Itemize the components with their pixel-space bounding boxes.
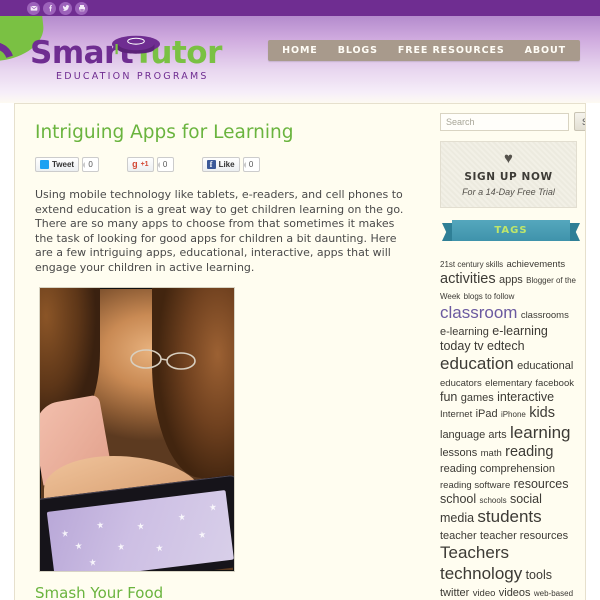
print-icon[interactable]: [75, 1, 88, 15]
tag-link[interactable]: videos: [499, 587, 531, 599]
tag-link[interactable]: video: [473, 588, 496, 599]
tag-link[interactable]: tv: [474, 339, 484, 353]
twitter-bird-icon: [40, 160, 49, 169]
tag-link[interactable]: teacher resources: [480, 530, 568, 542]
gplus-label: +1: [140, 161, 149, 168]
tag-link[interactable]: Internet: [440, 409, 472, 420]
tags-ribbon-label: TAGS: [494, 225, 528, 236]
tag-link[interactable]: teacher: [440, 530, 477, 542]
tag-cloud: 21st century skills achievements activit…: [440, 256, 577, 600]
graduation-cap-icon: [112, 35, 160, 55]
signup-subtitle: For a 14-Day Free Trial: [462, 187, 555, 197]
ribbon-center: TAGS: [452, 220, 570, 241]
site-header: SmartTutor EDUCATION PROGRAMS HOME BLOGS…: [0, 16, 600, 103]
tweet-label: Tweet: [52, 160, 75, 169]
tag-link[interactable]: reading comprehension: [440, 463, 555, 475]
tag-link[interactable]: classroom: [440, 303, 517, 322]
tweet-count: 0: [82, 157, 100, 172]
logo-tagline: EDUCATION PROGRAMS: [56, 71, 209, 82]
signup-title: SIGN UP NOW: [464, 171, 553, 183]
page-title: Intriguing Apps for Learning: [35, 122, 294, 143]
tag-link[interactable]: math: [481, 448, 502, 459]
tag-link[interactable]: students: [477, 507, 541, 526]
search-input[interactable]: [440, 112, 569, 131]
tag-link[interactable]: iPad: [476, 408, 498, 420]
google-plus-icon: g: [132, 159, 138, 169]
tag-link[interactable]: interactive: [497, 390, 554, 404]
main-navigation: HOME BLOGS FREE RESOURCES ABOUT: [268, 40, 580, 61]
gplus-button[interactable]: g +1: [127, 157, 154, 172]
tag-link[interactable]: games: [461, 392, 494, 404]
tweet-button[interactable]: Tweet: [35, 157, 80, 172]
tag-link[interactable]: achievements: [506, 259, 565, 270]
gplus-count: 0: [156, 157, 174, 172]
nav-item-about[interactable]: ABOUT: [515, 40, 576, 61]
nav-item-blogs[interactable]: BLOGS: [328, 40, 388, 61]
signup-promo-box[interactable]: ♥ SIGN UP NOW For a 14-Day Free Trial: [440, 141, 577, 208]
email-icon[interactable]: [27, 1, 40, 15]
tag-link[interactable]: language arts: [440, 429, 507, 441]
tag-link[interactable]: education: [440, 354, 514, 373]
social-share-row: Tweet 0 g +1 0 f Like 0: [35, 157, 410, 172]
tag-link[interactable]: edtech: [487, 339, 525, 353]
like-label: Like: [218, 160, 235, 169]
tag-link[interactable]: 21st century skills: [440, 260, 503, 269]
facebook-share-group: f Like 0: [201, 157, 260, 172]
tag-link[interactable]: classrooms: [521, 310, 569, 321]
top-social-bar: [0, 0, 600, 16]
tag-link[interactable]: elementary: [485, 378, 532, 389]
tag-link[interactable]: facebook: [535, 378, 574, 389]
like-count: 0: [242, 157, 260, 172]
eyeglasses-shape: [130, 349, 196, 370]
tag-link[interactable]: e-learning: [440, 326, 489, 338]
section-heading-smash-your-food: Smash Your Food: [35, 584, 164, 600]
search-button[interactable]: Search: [574, 112, 585, 131]
tags-ribbon: TAGS: [442, 220, 580, 246]
tag-link[interactable]: schools: [479, 496, 506, 505]
facebook-f-icon: f: [206, 160, 216, 169]
tag-link[interactable]: tools: [526, 568, 552, 582]
tag-link[interactable]: apps: [499, 274, 523, 286]
content-card: Intriguing Apps for Learning Tweet 0 g +…: [14, 103, 586, 600]
tag-link[interactable]: activities: [440, 271, 496, 287]
nav-item-home[interactable]: HOME: [272, 40, 328, 61]
tag-link[interactable]: educators: [440, 378, 482, 389]
tag-link[interactable]: blogs to follow: [464, 292, 515, 301]
article-column: Intriguing Apps for Learning Tweet 0 g +…: [15, 104, 431, 600]
like-button[interactable]: f Like: [201, 157, 240, 172]
tag-link[interactable]: twitter: [440, 587, 469, 599]
site-logo[interactable]: SmartTutor EDUCATION PROGRAMS: [30, 35, 230, 82]
tag-link[interactable]: kids: [529, 405, 555, 421]
tag-link[interactable]: technology: [440, 564, 522, 583]
page-root: SmartTutor EDUCATION PROGRAMS HOME BLOGS…: [0, 0, 600, 600]
tag-link[interactable]: educational: [517, 360, 573, 372]
tag-link[interactable]: resources: [514, 477, 569, 491]
tag-link[interactable]: Teachers: [440, 543, 509, 562]
tag-link[interactable]: fun: [440, 390, 457, 404]
tag-link[interactable]: reading: [505, 444, 553, 460]
tweet-share-group: Tweet 0: [35, 157, 100, 172]
article-image: [39, 287, 235, 572]
twitter-icon[interactable]: [59, 1, 72, 15]
heart-icon: ♥: [504, 150, 513, 167]
tag-link[interactable]: school: [440, 492, 476, 506]
facebook-icon[interactable]: [43, 1, 56, 15]
tag-link[interactable]: lessons: [440, 447, 477, 459]
tag-link[interactable]: learning: [510, 423, 571, 442]
tag-link[interactable]: iPhone: [501, 410, 526, 419]
search-row: Search: [440, 112, 585, 131]
nav-item-free-resources[interactable]: FREE RESOURCES: [388, 40, 515, 61]
intro-paragraph: Using mobile technology like tablets, e-…: [35, 188, 404, 274]
sidebar: Search ♥ SIGN UP NOW For a 14-Day Free T…: [430, 104, 585, 600]
tag-link[interactable]: reading software: [440, 480, 510, 491]
gplus-share-group: g +1 0: [127, 157, 174, 172]
